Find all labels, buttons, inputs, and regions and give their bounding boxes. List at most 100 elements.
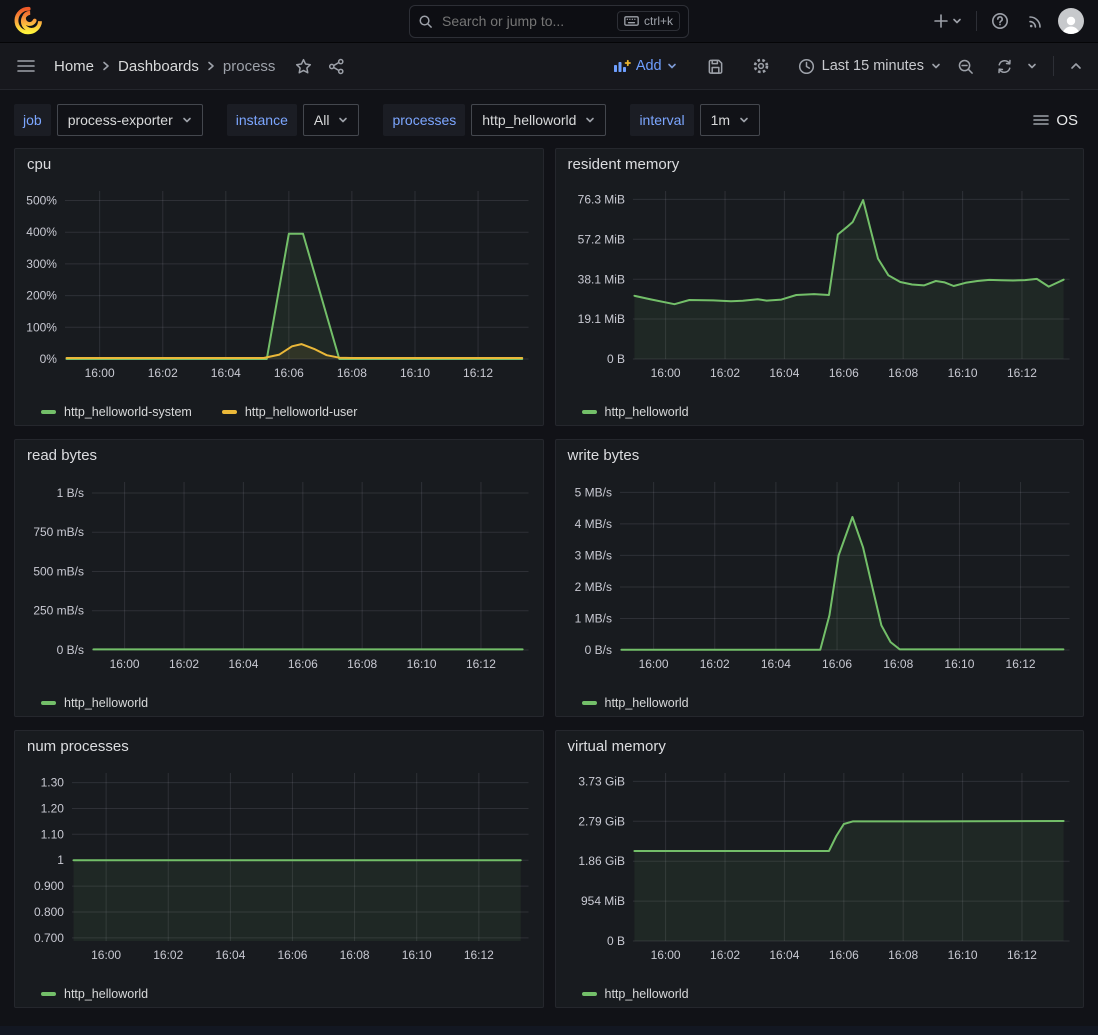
save-dashboard-button[interactable] [703,54,728,79]
svg-text:16:06: 16:06 [828,948,858,962]
svg-text:16:02: 16:02 [169,657,199,671]
help-button[interactable] [987,8,1013,34]
panel-title[interactable]: virtual memory [568,738,1076,755]
time-range-picker[interactable]: Last 15 minutes [792,54,947,79]
chart-svg[interactable]: 0.700 0.800 0.900 1 1.10 1.20 1.30 16:00 16:02 16… [23,765,535,965]
breadcrumb-home[interactable]: Home [54,58,94,75]
chevron-down-icon [182,117,191,123]
chart-svg[interactable]: 0 B 19.1 MiB 38.1 MiB 57.2 MiB 76.3 MiB 16:00… [564,183,1076,383]
panel-title[interactable]: num processes [27,738,535,755]
variable-select-job[interactable]: process-exporter [56,104,203,136]
legend: http_helloworld [564,987,1076,1001]
legend: http_helloworld [23,696,535,710]
legend-swatch [581,992,597,996]
svg-text:16:10: 16:10 [947,948,977,962]
refresh-button[interactable] [992,54,1017,79]
svg-text:16:08: 16:08 [888,948,918,962]
svg-text:16:00: 16:00 [650,948,680,962]
avatar[interactable] [1058,8,1084,34]
chart-svg[interactable]: 0 B/s 1 MB/s 2 MB/s 3 MB/s 4 MB/s 5 MB/s 16:00… [564,474,1076,674]
svg-text:57.2 MiB: 57.2 MiB [577,232,624,246]
legend: http_helloworld [564,696,1076,710]
refresh-interval-dropdown[interactable] [1023,57,1041,75]
panel-title[interactable]: read bytes [27,447,535,464]
legend-item[interactable]: http_helloworld [581,405,689,419]
os-label: OS [1056,111,1078,129]
svg-text:16:04: 16:04 [760,657,790,671]
chevron-right-icon [103,61,109,71]
breadcrumb: Home Dashboards process [54,58,275,75]
chart-svg[interactable]: 0 B/s 250 mB/s 500 mB/s 750 mB/s 1 B/s 16:00 1… [23,474,535,674]
svg-text:0.800: 0.800 [34,905,64,919]
chart-resident-memory[interactable]: 0 B 19.1 MiB 38.1 MiB 57.2 MiB 76.3 MiB 16:00… [564,183,1076,383]
chart-cpu[interactable]: 0% 100% 200% 300% 400% 500% 16:00 16:02 16:04 16:… [23,183,535,383]
share-button[interactable] [324,54,349,79]
chart-svg[interactable]: 0 B 954 MiB 1.86 GiB 2.79 GiB 3.73 GiB 16:00 1… [564,765,1076,965]
svg-text:1.30: 1.30 [41,776,65,790]
collapse-toolbar-button[interactable] [1066,57,1086,75]
svg-text:16:08: 16:08 [340,948,370,962]
grafana-logo-icon[interactable] [14,6,42,36]
chart-read-bytes[interactable]: 0 B/s 250 mB/s 500 mB/s 750 mB/s 1 B/s 16:00 1… [23,474,535,674]
panel-title[interactable]: resident memory [568,156,1076,173]
panel-title[interactable]: write bytes [568,447,1076,464]
svg-text:0.900: 0.900 [34,879,64,893]
svg-text:16:10: 16:10 [407,657,437,671]
svg-text:16:08: 16:08 [337,366,367,380]
legend-label: http_helloworld [64,696,149,710]
variable-select-instance[interactable]: All [302,104,360,136]
svg-text:16:08: 16:08 [888,366,918,380]
svg-text:16:06: 16:06 [822,657,852,671]
variable-select-interval[interactable]: 1m [699,104,761,136]
variable-label-interval: interval [630,104,694,136]
svg-text:16:04: 16:04 [769,366,799,380]
svg-text:3.73 GiB: 3.73 GiB [578,774,625,788]
dashboard-settings-button[interactable] [748,53,774,79]
legend-swatch [41,992,56,996]
dashboard-toolbar: Home Dashboards process Add Last 15 minu… [0,43,1098,90]
legend-swatch [581,410,597,414]
legend-item[interactable]: http_helloworld [581,987,689,1001]
legend-item[interactable]: http_helloworld [581,696,689,710]
favorite-star-button[interactable] [291,54,316,79]
svg-text:16:04: 16:04 [215,948,245,962]
variable-select-processes[interactable]: http_helloworld [471,104,607,136]
add-label: Add [635,58,662,74]
chart-write-bytes[interactable]: 0 B/s 1 MB/s 2 MB/s 3 MB/s 4 MB/s 5 MB/s 16:00… [564,474,1076,674]
panel-title[interactable]: cpu [27,156,535,173]
chart-virtual-memory[interactable]: 0 B 954 MiB 1.86 GiB 2.79 GiB 3.73 GiB 16:00 1… [564,765,1076,965]
legend-item[interactable]: http_helloworld [41,987,148,1001]
svg-text:16:00: 16:00 [650,366,680,380]
search-box[interactable]: ctrl+k [409,4,689,38]
mega-menu-button[interactable] [12,54,40,78]
legend-item[interactable]: http_helloworld [41,696,148,710]
svg-text:0 B/s: 0 B/s [584,643,611,657]
svg-text:76.3 MiB: 76.3 MiB [577,192,624,206]
zoom-out-time-button[interactable] [953,54,978,79]
variable-value: http_helloworld [482,112,577,128]
svg-text:1.86 GiB: 1.86 GiB [578,854,625,868]
chart-num-processes[interactable]: 0.700 0.800 0.900 1 1.10 1.20 1.30 16:00 16:02 16… [23,765,535,965]
os-row-toggle[interactable]: OS [1027,111,1084,130]
legend-item[interactable]: http_helloworld-system [41,405,192,419]
svg-text:5 MB/s: 5 MB/s [574,485,611,499]
legend-label: http_helloworld [64,987,149,1001]
chart-svg[interactable]: 0% 100% 200% 300% 400% 500% 16:00 16:02 16:04 16:… [23,183,535,383]
breadcrumb-current: process [222,57,276,75]
new-button[interactable] [929,9,966,33]
breadcrumb-dashboards[interactable]: Dashboards [118,58,199,75]
svg-text:16:06: 16:06 [274,366,304,380]
svg-text:3 MB/s: 3 MB/s [574,548,611,562]
svg-text:16:00: 16:00 [110,657,140,671]
variable-interval: interval 1m [630,104,761,136]
svg-text:16:00: 16:00 [85,366,115,380]
svg-text:16:02: 16:02 [710,366,740,380]
legend-item[interactable]: http_helloworld-user [221,405,357,419]
search-input[interactable] [440,12,610,30]
svg-text:0%: 0% [40,352,58,366]
news-rss-button[interactable] [1023,9,1048,34]
chevron-down-icon [1028,63,1036,69]
panel-grid: cpu 0% 100% 200% 300% 400% 500% 16:00 16:02 16:0… [0,148,1098,1008]
add-panel-button[interactable]: Add [607,57,683,75]
svg-text:16:12: 16:12 [463,366,493,380]
